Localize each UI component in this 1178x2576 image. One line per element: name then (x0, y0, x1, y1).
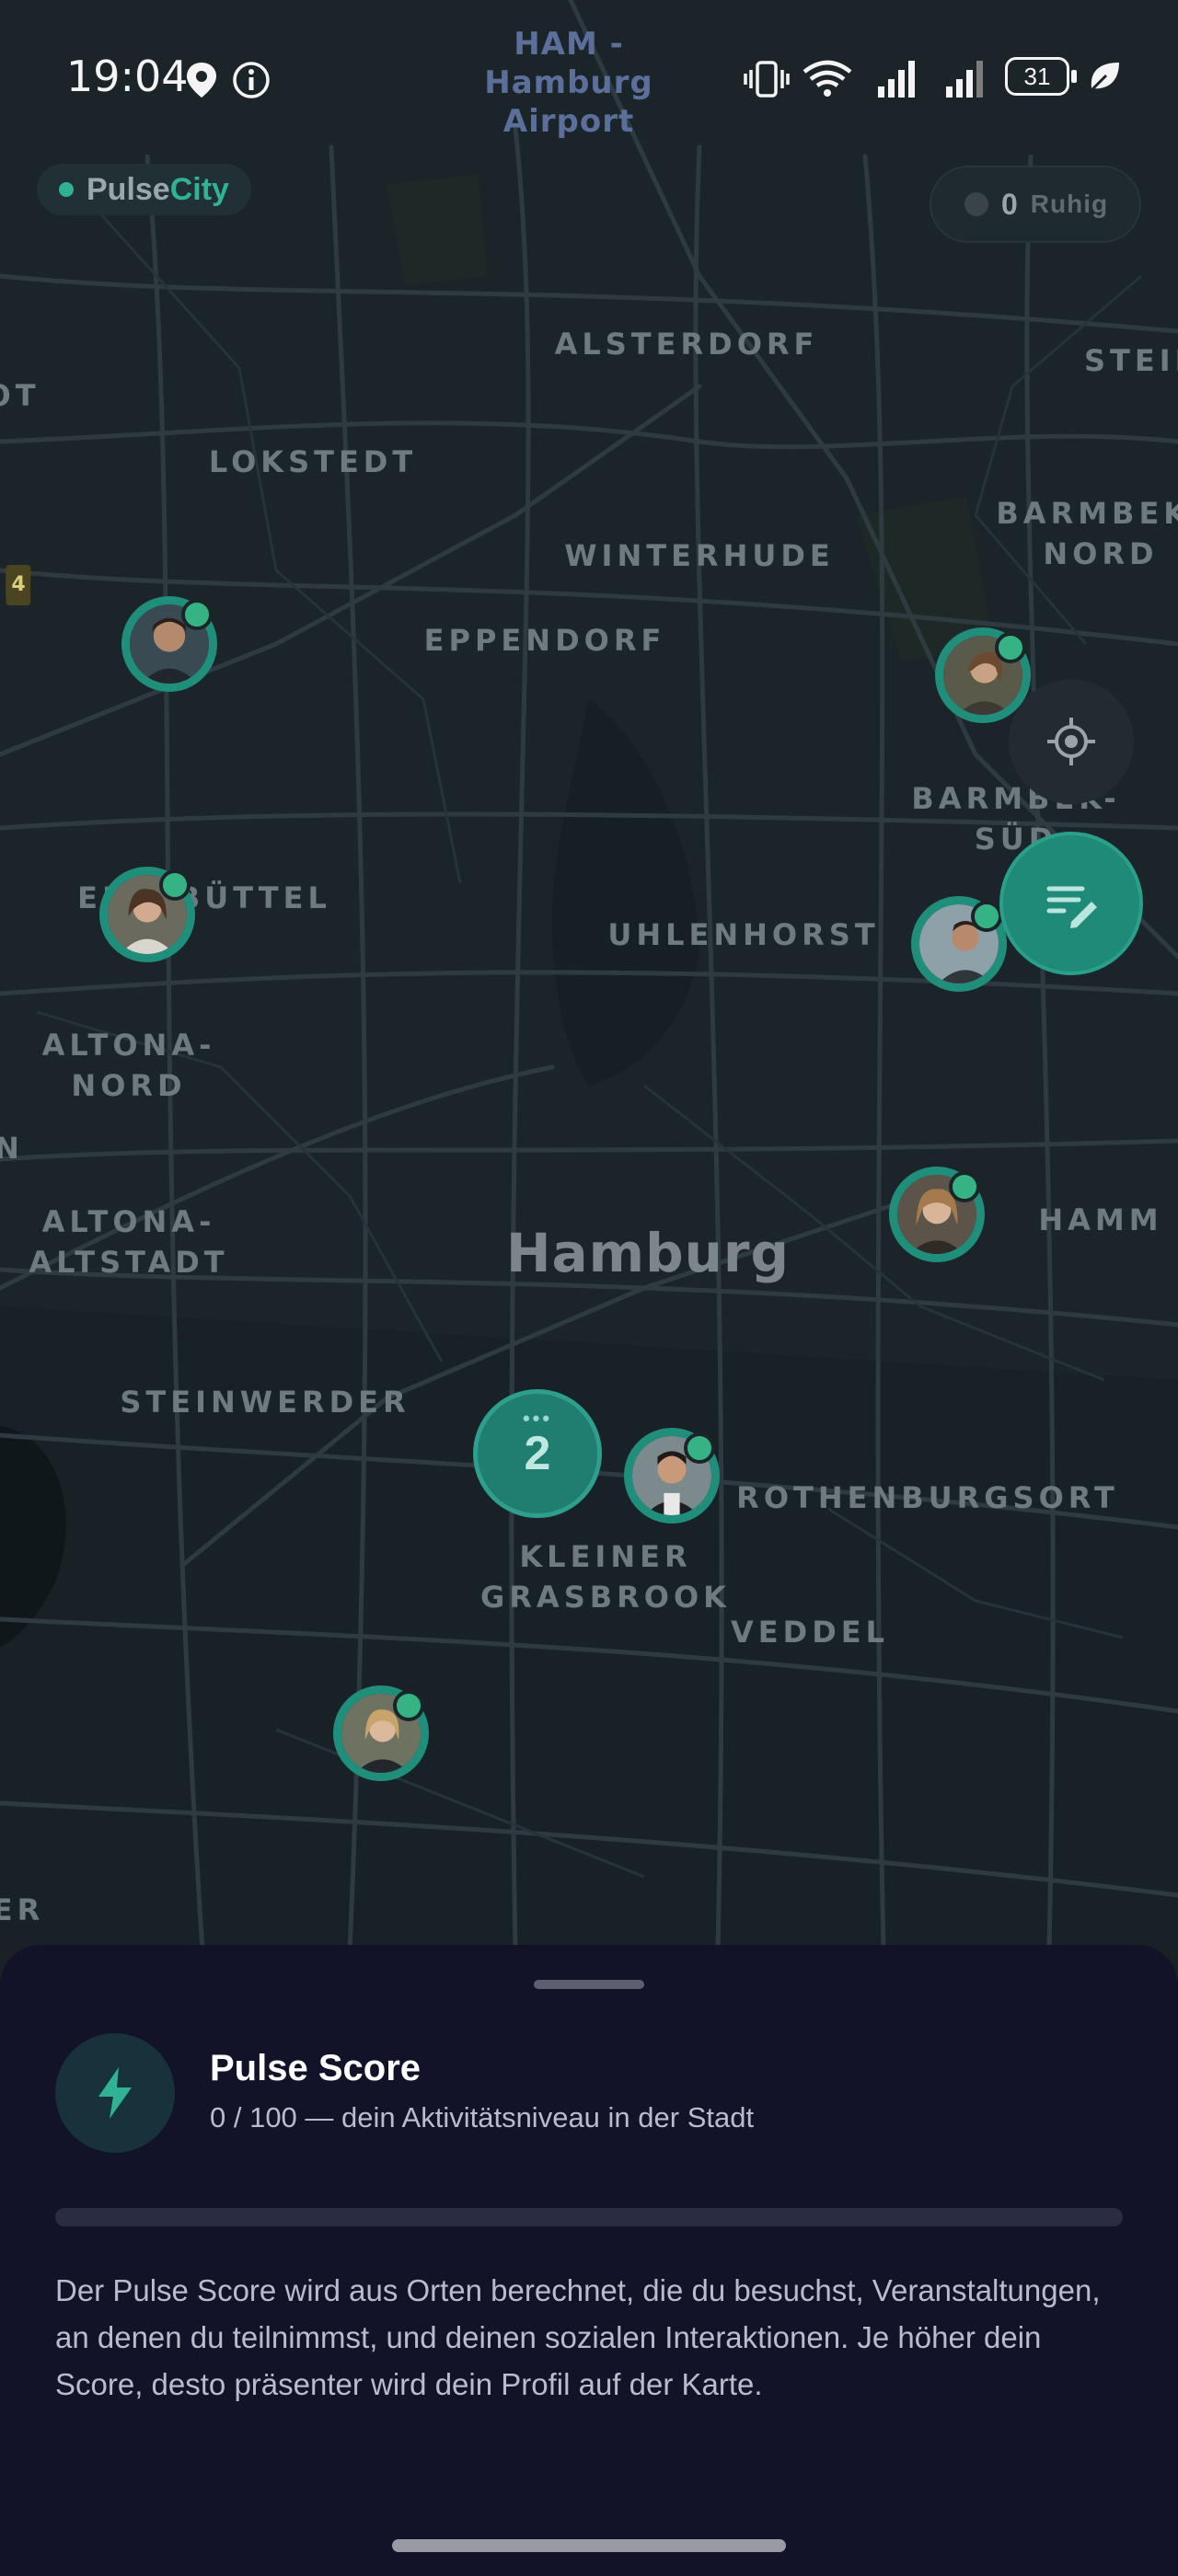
compose-post-button[interactable] (999, 832, 1143, 975)
sheet-title: Pulse Score (210, 2048, 422, 2088)
status-time: 19:04 (66, 52, 189, 101)
map-label-steil: STEIL (1083, 343, 1178, 378)
info-icon (233, 62, 270, 98)
crosshair-icon (1047, 718, 1095, 765)
vibrate-icon (744, 61, 790, 98)
battery-icon: 31 (1005, 57, 1069, 96)
map-label-winterhude: WINTERHUDE (564, 538, 835, 573)
map-label-ot: OT (0, 378, 40, 413)
location-pin-icon (187, 63, 216, 98)
brand-dot-icon (59, 182, 74, 197)
home-indicator[interactable] (392, 2539, 786, 2552)
cluster-count: 2 (524, 1427, 551, 1480)
map-label-lokstedt: LOKSTEDT (208, 444, 418, 479)
map-label-veddel: VEDDEL (731, 1615, 889, 1650)
signal-icon-2 (946, 61, 983, 98)
map-label-altona-altstadt: ALTONA- ALTSTADT (29, 1204, 229, 1280)
cluster-dots-icon: ••• (522, 1407, 553, 1430)
pulse-score-sheet: Pulse Score 0 / 100 — dein Aktivitätsniv… (0, 1945, 1178, 2576)
map-label-uhlenhorst: UHLENHORST (607, 917, 880, 952)
signal-icon (878, 61, 915, 98)
online-indicator-icon (159, 869, 191, 901)
map-roads (0, 0, 1178, 1950)
sheet-drag-handle[interactable] (534, 1980, 644, 1989)
map-label-er: ER (0, 1892, 45, 1927)
city-map[interactable]: HAM - Hamburg Airport ALSTERDORF STEIL O… (0, 0, 1178, 1950)
online-indicator-icon (393, 1690, 424, 1721)
online-indicator-icon (995, 632, 1026, 663)
edit-note-icon (1046, 886, 1097, 928)
activity-count: 0 (1001, 187, 1018, 221)
my-location-button[interactable] (1009, 679, 1134, 804)
map-label-altona-nord: ALTONA- NORD (41, 1028, 216, 1103)
activity-status-chip[interactable]: 0 Ruhig (930, 166, 1141, 243)
online-indicator-icon (971, 901, 1002, 932)
map-label-hamm: HAMM (1038, 1202, 1163, 1237)
battery-tip (1071, 70, 1077, 83)
online-indicator-icon (181, 599, 213, 630)
online-indicator-icon (949, 1171, 980, 1202)
status-bar: 19:04 31 (0, 0, 1178, 156)
pulse-score-badge (55, 2033, 175, 2153)
leaf-icon (1088, 63, 1119, 94)
map-label-rothenburgsort: ROTHENBURGSORT (736, 1480, 1119, 1515)
map-label-eppendorf: EPPENDORF (423, 623, 666, 658)
pulse-score-progress (55, 2208, 1123, 2226)
sheet-description: Der Pulse Score wird aus Orten berechnet… (55, 2273, 1101, 2401)
wifi-icon (803, 60, 852, 97)
brand-chip: Pulse City (37, 164, 251, 215)
sheet-subtitle: 0 / 100 — dein Aktivitätsniveau in der S… (210, 2101, 755, 2133)
map-label-hamburg: Hamburg (505, 1222, 791, 1284)
brand-name-part1: Pulse (87, 171, 170, 207)
activity-label: Ruhig (1030, 190, 1109, 218)
lightning-icon (98, 2067, 132, 2119)
battery-level: 31 (1023, 62, 1051, 90)
brand-name-part2: City (169, 171, 229, 207)
online-indicator-icon (684, 1432, 715, 1464)
map-label-alsterdorf: ALSTERDORF (554, 327, 819, 362)
map-label-n: N (0, 1131, 24, 1166)
marker-cluster[interactable]: ••• 2 (473, 1389, 602, 1518)
map-label-kleiner-grasbrook: KLEINER GRASBROOK (480, 1539, 731, 1615)
map-label-road-4: 4 (6, 565, 31, 605)
map-label-barmbek-nord: BARMBEK- NORD (996, 496, 1178, 571)
activity-dot-icon (964, 192, 988, 216)
map-label-steinwerder: STEINWERDER (120, 1385, 410, 1420)
